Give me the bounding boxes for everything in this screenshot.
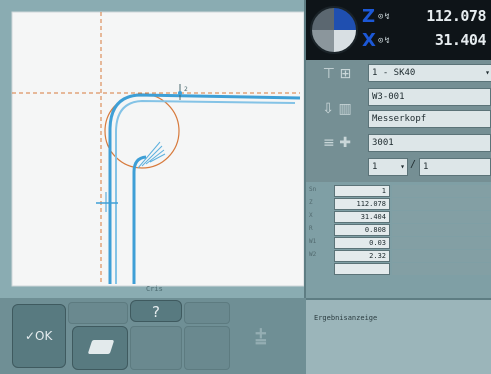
value-label: Sn xyxy=(309,186,317,193)
value-label: X xyxy=(309,212,313,219)
measuring-screen: 2 Cris Z ⊙↯ 112.078 X ⊙↯ 31.404 ⊤ ⊞ ⇩ ▥ … xyxy=(0,0,491,374)
axis-x-row: X ⊙↯ 31.404 xyxy=(362,30,491,52)
chevron-down-icon: ▾ xyxy=(485,68,490,77)
axis-z-row: Z ⊙↯ 112.078 xyxy=(362,6,491,28)
value-spacer xyxy=(392,263,491,275)
value-label: W1 xyxy=(309,238,317,245)
tool-select[interactable]: 1 - SK40 ▾ xyxy=(368,64,491,82)
value-label: R xyxy=(309,225,313,232)
softkey-bar: ✓OK ? ⩲ xyxy=(0,298,306,374)
tool-name-field[interactable]: Messerkopf xyxy=(368,110,491,128)
value-cell: 2.32 xyxy=(334,250,390,262)
value-cell: 0.808 xyxy=(334,224,390,236)
table-row: Sn 1 xyxy=(306,185,491,197)
softkey-slot-empty[interactable] xyxy=(184,302,230,324)
tool-library-icon: ⇩ ▥ xyxy=(322,101,352,117)
edge-select-value: 1 xyxy=(372,162,378,172)
value-spacer xyxy=(392,211,491,223)
eraser-icon xyxy=(87,340,115,354)
axis-x-value: 31.404 xyxy=(434,31,487,49)
value-label: Z xyxy=(309,199,313,206)
value-cell: 0.03 xyxy=(334,237,390,249)
result-panel: Ergebnisanzeige xyxy=(306,298,491,374)
ok-label: ✓OK xyxy=(25,329,53,343)
edge-separator: / xyxy=(410,159,417,170)
edge-select[interactable]: 1 ▾ xyxy=(368,158,408,176)
table-row: W1 0.03 xyxy=(306,237,491,249)
value-cell: 31.404 xyxy=(334,211,390,223)
value-spacer xyxy=(392,198,491,210)
value-cell: 1 xyxy=(334,185,390,197)
value-spacer xyxy=(392,185,491,197)
tool-panel: ⊤ ⊞ ⇩ ▥ ≡ ✚ 1 - SK40 ▾ W3-001 Messerkopf… xyxy=(306,60,491,182)
coordinate-display: Z ⊙↯ 112.078 X ⊙↯ 31.404 xyxy=(306,0,491,60)
axis-z-value: 112.078 xyxy=(426,7,486,25)
help-button[interactable]: ? xyxy=(130,300,182,322)
help-label: ? xyxy=(152,303,160,321)
value-spacer xyxy=(392,250,491,262)
graphic-caption: Cris xyxy=(146,285,163,293)
axis-x-mode-icon: ⊙↯ xyxy=(378,36,391,46)
table-row: W2 2.32 xyxy=(306,250,491,262)
axis-x-letter: X xyxy=(362,30,376,51)
tool-id-field[interactable]: W3-001 xyxy=(368,88,491,106)
table-row-empty xyxy=(306,263,491,275)
softkey-slot-empty[interactable] xyxy=(184,326,230,370)
measured-values-table: Sn 1 Z 112.078 X 31.404 R 0.808 W1 0.03 … xyxy=(306,182,491,298)
tool-holder-icon: ⊤ ⊞ xyxy=(322,66,352,82)
axis-z-mode-icon: ⊙↯ xyxy=(378,12,391,22)
graphic-frame xyxy=(0,0,306,298)
tool-number-field[interactable]: 3001 xyxy=(368,134,491,152)
value-spacer xyxy=(392,237,491,249)
tool-profile-view: 2 Cris xyxy=(0,0,306,298)
value-cell-empty xyxy=(334,263,390,275)
chevron-down-icon: ▾ xyxy=(400,162,405,171)
machine-status-icon xyxy=(310,6,358,54)
value-spacer xyxy=(392,224,491,236)
tool-select-value: 1 - SK40 xyxy=(372,68,416,78)
reset-icon: ⩲ xyxy=(255,325,267,349)
ok-button[interactable]: ✓OK xyxy=(12,304,66,368)
softkey-slot-empty[interactable] xyxy=(130,326,182,370)
table-row: X 31.404 xyxy=(306,211,491,223)
result-title: Ergebnisanzeige xyxy=(314,314,378,322)
edge-total-field: 1 xyxy=(419,158,491,176)
reset-button[interactable]: ⩲ xyxy=(232,304,296,368)
add-tool-icon[interactable]: ≡ ✚ xyxy=(310,132,364,154)
table-row: R 0.808 xyxy=(306,224,491,236)
value-cell: 112.078 xyxy=(334,198,390,210)
value-label: W2 xyxy=(309,251,317,258)
softkey-slot-empty[interactable] xyxy=(68,302,128,324)
table-row: Z 112.078 xyxy=(306,198,491,210)
axis-z-letter: Z xyxy=(362,6,376,27)
clear-button[interactable] xyxy=(72,326,128,370)
